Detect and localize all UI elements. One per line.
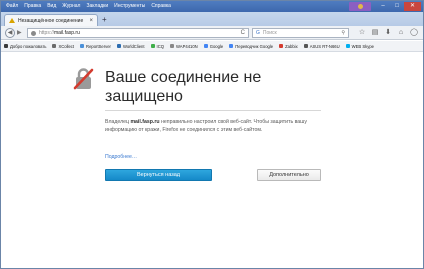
site-identity-icon[interactable] (31, 30, 36, 36)
bookmark-favicon-icon (169, 44, 174, 48)
url-bar[interactable]: https:// mail.fasp.ru C (27, 28, 249, 38)
bookmark-label: ASUS RT-N66U (309, 43, 340, 49)
forward-button[interactable]: ▶ (17, 29, 22, 37)
menu-file[interactable]: Файл (1, 1, 21, 12)
bookmark-favicon-icon (150, 44, 155, 48)
bookmark-label: ICQ (156, 43, 164, 49)
search-input[interactable]: Поиск (263, 30, 341, 36)
reload-icon[interactable]: C (241, 29, 245, 38)
bookmark-item[interactable]: ICQ (150, 43, 164, 49)
page-title: Ваше соединение не защищено (105, 69, 262, 105)
close-window-button[interactable]: ✕ (404, 2, 421, 11)
bookmarks-icon[interactable]: ▤ (370, 28, 380, 38)
advanced-button[interactable]: Дополнительно (257, 169, 321, 181)
title-divider (105, 110, 321, 111)
menu-edit[interactable]: Правка (21, 1, 44, 12)
bookmark-label: WEB Skype (351, 43, 374, 49)
navigation-bar: ◀ ▶ https:// mail.fasp.ru C G Поиск ⚲ ☆ … (1, 26, 423, 40)
bookmark-item[interactable]: Переводчик Google (229, 44, 273, 49)
bookmarks-bar: Добро пожаловать XCollect ReportServer Worl… (1, 41, 423, 52)
close-tab-icon[interactable]: × (89, 18, 93, 24)
search-icon[interactable]: ⚲ (341, 30, 345, 36)
bookmark-label: Переводчик Google (235, 43, 274, 49)
menu-bookmarks[interactable]: Закладки (83, 1, 111, 12)
bookmark-item[interactable]: WAP4410N (169, 43, 198, 49)
go-back-button[interactable]: Вернуться назад (105, 169, 212, 181)
bookmark-label: WAP4410N (175, 43, 198, 49)
bookmark-label: ReportServer (86, 43, 111, 49)
bookmark-favicon-icon (80, 44, 85, 48)
description-text-before: Владелец (105, 119, 131, 125)
bookmark-item[interactable]: Zabbix (279, 44, 298, 49)
error-description: Владелец mail.fasp.ru неправильно настро… (105, 119, 319, 134)
bookmark-label: WorldClient (122, 43, 145, 49)
bookmark-favicon-icon (52, 44, 57, 48)
minimize-button[interactable]: – (376, 2, 390, 11)
broken-lock-icon (73, 68, 94, 90)
bookmark-item[interactable]: WEB Skype (345, 43, 374, 49)
warning-triangle-icon (9, 18, 15, 23)
chat-icon[interactable]: ◯ (409, 28, 419, 38)
menu-history[interactable]: Журнал (59, 1, 83, 12)
description-host: mail.fasp.ru (130, 119, 160, 125)
tab-insecure-connection[interactable]: Незащищённое соединение × (4, 14, 98, 26)
tab-strip: Незащищённое соединение × + (1, 12, 423, 26)
bookmark-label: Добро пожаловать (10, 43, 47, 49)
home-icon[interactable]: ⌂ (396, 28, 406, 38)
bookmark-favicon-icon (345, 44, 350, 48)
bookmark-favicon-icon (203, 44, 208, 48)
firefox-logo-icon (349, 2, 371, 11)
toolbar-icons: ☆ ▤ ⬇ ⌂ ◯ ≡ (357, 28, 423, 38)
bookmark-favicon-icon (229, 44, 234, 48)
menu-tools[interactable]: Инструменты (111, 1, 148, 12)
bookmark-favicon-icon (4, 44, 8, 48)
bookmark-favicon-icon (116, 44, 121, 48)
url-host: mail.fasp.ru (54, 30, 80, 36)
window-controls: – □ ✕ (349, 2, 421, 11)
bookmark-favicon-icon (279, 44, 284, 48)
menu-view[interactable]: Вид (44, 1, 59, 12)
bookmark-item[interactable]: Добро пожаловать (4, 44, 46, 49)
bookmark-favicon-icon (303, 44, 308, 48)
maximize-button[interactable]: □ (390, 2, 404, 11)
bookmark-item[interactable]: XCollect (52, 44, 74, 49)
learn-more-link[interactable]: Подробнее… (105, 154, 137, 160)
browser-window: Файл Правка Вид Журнал Закладки Инструме… (0, 0, 424, 269)
url-scheme: https:// (39, 30, 55, 36)
search-bar[interactable]: G Поиск ⚲ (252, 28, 349, 38)
bookmark-label: XCollect (58, 43, 75, 49)
bookmark-item[interactable]: WorldClient (116, 43, 145, 49)
menu-help[interactable]: Справка (148, 1, 174, 12)
tab-title: Незащищённое соединение (18, 17, 84, 24)
bookmark-label: Google (209, 43, 224, 49)
back-button[interactable]: ◀ (5, 28, 15, 38)
new-tab-button[interactable]: + (102, 15, 107, 25)
download-icon[interactable]: ⬇ (383, 28, 393, 38)
bookmark-item[interactable]: ReportServer (80, 44, 111, 49)
menu-bar: Файл Правка Вид Журнал Закладки Инструме… (1, 1, 423, 12)
star-icon[interactable]: ☆ (357, 28, 367, 38)
bookmark-item[interactable]: Google (203, 43, 224, 49)
search-engine-icon[interactable]: G (256, 30, 260, 36)
bookmark-label: Zabbix (285, 43, 298, 49)
error-page: Ваше соединение не защищено Владелец mai… (1, 53, 423, 268)
bookmark-item[interactable]: ASUS RT-N66U (303, 43, 340, 49)
